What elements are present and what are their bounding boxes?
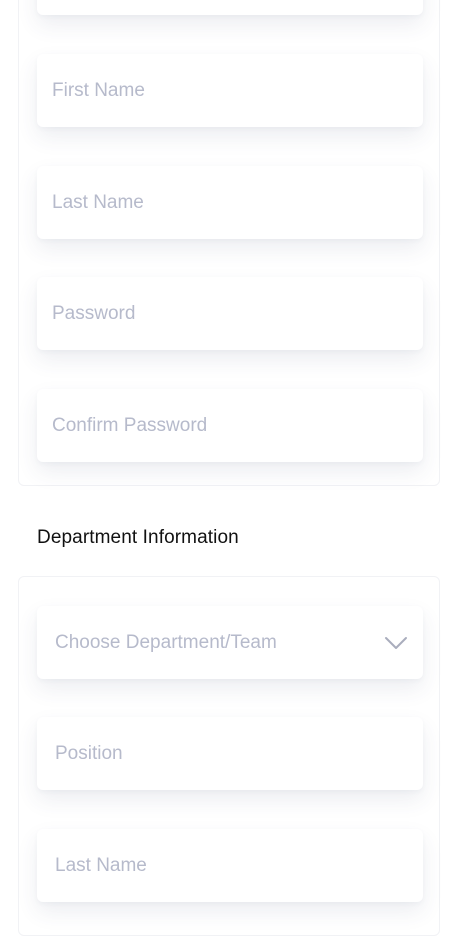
department-last-name-input[interactable]: [37, 829, 423, 902]
confirm-password-input[interactable]: [37, 389, 423, 462]
first-name-input[interactable]: [37, 54, 423, 127]
last-name-input[interactable]: [37, 166, 423, 239]
password-input[interactable]: [37, 277, 423, 350]
department-team-select[interactable]: Choose Department/Team: [37, 606, 423, 679]
chevron-down-icon: [383, 630, 409, 656]
account-field-top[interactable]: [37, 0, 423, 15]
department-select-label: Choose Department/Team: [55, 631, 277, 653]
position-input[interactable]: [37, 717, 423, 790]
department-section-title: Department Information: [37, 527, 239, 548]
